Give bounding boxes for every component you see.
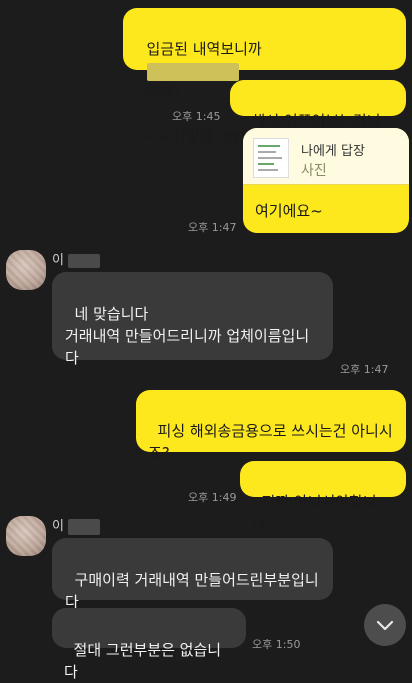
my-message-bubble[interactable]: 입금된 내역보니까 안경) <<이렇게 써있고 <box>123 8 406 146</box>
reply-title: 나에게 답장 <box>301 144 365 159</box>
redacted-block <box>68 253 101 268</box>
message-text: 안경) <box>146 84 180 102</box>
my-message-bubble[interactable]: 해서 여쭈어보는겁니다. <box>230 80 406 152</box>
redacted-block <box>68 518 101 535</box>
their-message-bubble[interactable]: 구매이력 거래내역 만들어드린부분입니 다 <box>52 538 333 611</box>
message-text: 입금된 내역보니까 <box>146 40 262 58</box>
their-message-bubble[interactable]: 절대 그런부분은 없습니다 <box>52 608 246 681</box>
sender-name[interactable]: 이 <box>52 515 101 535</box>
sender-name-prefix: 이 <box>52 253 64 268</box>
message-text: 피싱 해외송금용으로 쓰시는건 아니시 죠? <box>148 422 393 462</box>
timestamp: 오후 1:47 <box>340 363 389 376</box>
timestamp: 오후 1:50 <box>252 638 301 651</box>
message-text: 구매이력 거래내역 만들어드린부분입니 다 <box>65 571 319 611</box>
timestamp: 오후 1:49 <box>188 491 237 504</box>
chevron-down-icon <box>376 620 394 631</box>
their-message-bubble[interactable]: 네 맞습니다 거래내역 만들어드리니까 업체이름입니 다 <box>52 272 333 367</box>
sender-name-prefix: 이 <box>52 519 64 534</box>
my-message-bubble[interactable]: 진짜 아니셔야합니다. <box>240 461 406 533</box>
my-message-bubble[interactable]: 피싱 해외송금용으로 쓰시는건 아니시 죠? <box>136 390 406 462</box>
redacted-block <box>146 62 239 81</box>
sender-name[interactable]: 이 <box>52 249 101 268</box>
reply-subtitle: 사진 <box>301 163 327 179</box>
scroll-down-button[interactable] <box>364 604 406 646</box>
timestamp: 오후 1:45 <box>172 110 221 123</box>
photo-thumbnail <box>253 138 289 178</box>
reply-preview[interactable]: 나에게 답장 사진 <box>243 128 409 185</box>
avatar[interactable] <box>6 250 46 290</box>
reply-card-bubble[interactable]: 나에게 답장 사진 여기에요~ <box>243 128 409 233</box>
message-text: 여기에요~ <box>255 202 323 220</box>
message-text: 네 맞습니다 거래내역 만들어드리니까 업체이름입니 다 <box>65 305 310 367</box>
avatar[interactable] <box>6 516 46 556</box>
message-text: 진짜 아니셔야합니다. <box>252 493 377 533</box>
message-text: 절대 그런부분은 없습니다 <box>64 641 222 681</box>
timestamp: 오후 1:47 <box>188 221 237 234</box>
